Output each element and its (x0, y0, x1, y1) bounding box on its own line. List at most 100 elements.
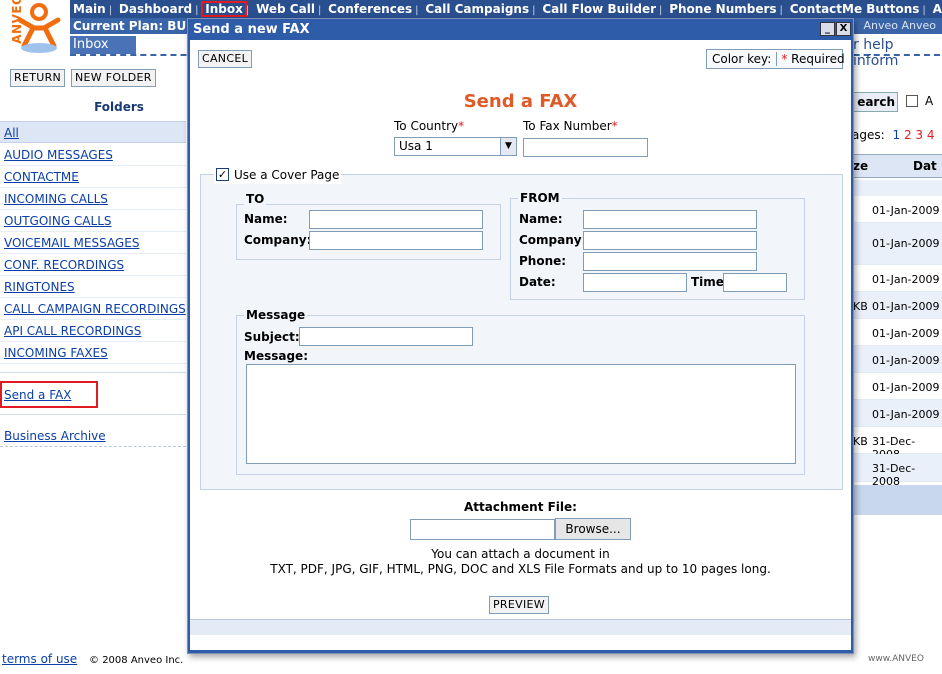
table-row[interactable]: 01-Jan-2009 (853, 319, 942, 346)
attachment-note-2: TXT, PDF, JPG, GIF, HTML, PNG, DOC and X… (270, 562, 771, 576)
nav-call-flow-builder[interactable]: Call Flow Builder (539, 2, 659, 16)
subject-input[interactable] (299, 327, 473, 346)
folder-link[interactable]: CONTACTME (4, 170, 79, 184)
required-label: Required (791, 52, 845, 66)
send-fax-link[interactable]: Send a FAX (4, 388, 71, 402)
nav-more[interactable]: Anve (930, 2, 942, 16)
to-company-input[interactable] (309, 231, 483, 250)
divider (0, 414, 186, 415)
folder-item[interactable]: OUTGOING CALLS (0, 210, 186, 232)
message-textarea[interactable] (246, 364, 796, 464)
attachment-input[interactable] (410, 519, 555, 540)
folder-item[interactable]: AUDIO MESSAGES (0, 144, 186, 166)
folder-item[interactable]: VOICEMAIL MESSAGES (0, 232, 186, 254)
inbox-tab[interactable]: Inbox (70, 36, 136, 54)
folder-link[interactable]: CALL CAMPAIGN RECORDINGS (4, 302, 186, 316)
table-header: ze Dat (853, 154, 942, 178)
from-company-input[interactable] (583, 231, 757, 250)
logo[interactable]: ANVEO (0, 0, 68, 58)
folder-link[interactable]: All (4, 126, 19, 140)
from-legend: FROM (518, 191, 562, 205)
folder-item[interactable]: CONTACTME (0, 166, 186, 188)
table-row[interactable]: KB 01-Jan-2009 (853, 292, 942, 319)
search-button[interactable]: earch (852, 92, 898, 112)
to-fax-label: To Fax Number* (523, 119, 618, 133)
folder-link[interactable]: RINGTONES (4, 280, 75, 294)
chevron-down-icon[interactable]: ▼ (500, 138, 516, 155)
folder-link[interactable]: VOICEMAIL MESSAGES (4, 236, 139, 250)
from-phone-input[interactable] (583, 252, 757, 271)
message-legend: Message (244, 308, 308, 322)
folder-item[interactable]: CALL CAMPAIGN RECORDINGS (0, 298, 186, 320)
divider (0, 446, 186, 447)
browse-button[interactable]: Browse... (555, 518, 631, 540)
from-time-input[interactable] (723, 273, 787, 292)
nav-dashboard[interactable]: Dashboard (116, 2, 195, 16)
folder-link[interactable]: AUDIO MESSAGES (4, 148, 113, 162)
top-nav: Main | Dashboard | Inbox | Web Call | Confer… (70, 0, 942, 18)
table-row[interactable]: 01-Jan-2009 (853, 196, 942, 223)
table-row[interactable]: 01-Jan-2009 (853, 223, 942, 265)
nav-main[interactable]: Main (70, 2, 109, 16)
page-link[interactable]: 1 (892, 128, 900, 142)
to-legend: TO (244, 192, 267, 206)
close-button[interactable]: X (836, 22, 851, 36)
table-row[interactable]: 01-Jan-2009 (853, 265, 942, 292)
page-title: Send a FAX (463, 91, 578, 112)
terms-link[interactable]: terms of use (2, 652, 77, 666)
cover-page-checkbox[interactable]: ✓ (216, 168, 229, 181)
send-fax-dialog: Send a new FAX _ X CANCEL Color key: * Re… (187, 18, 854, 654)
folder-link[interactable]: INCOMING FAXES (4, 346, 108, 360)
page-link[interactable]: 4 (927, 128, 935, 142)
col-date[interactable]: Dat (913, 159, 937, 173)
folders-title: Folders (94, 100, 144, 114)
from-name-input[interactable] (583, 210, 757, 229)
footer: terms of use © 2008 Anveo Inc. (2, 652, 188, 666)
page-link[interactable]: 3 (915, 128, 923, 142)
return-button[interactable]: RETURN (10, 69, 66, 87)
folder-link[interactable]: INCOMING CALLS (4, 192, 108, 206)
help-link[interactable]: r help inform (853, 37, 942, 69)
nav-call-campaigns[interactable]: Call Campaigns (422, 2, 532, 16)
folder-link[interactable]: API CALL RECORDINGS (4, 324, 141, 338)
folder-item[interactable]: INCOMING FAXES (0, 342, 186, 364)
folder-link[interactable]: OUTGOING CALLS (4, 214, 112, 228)
fax-number-input[interactable] (523, 138, 648, 157)
checkbox[interactable] (906, 95, 918, 107)
preview-button[interactable]: PREVIEW (489, 596, 549, 614)
from-date-input[interactable] (583, 273, 687, 292)
col-size[interactable]: ze (853, 159, 868, 173)
footer-brand: www.ANVEO (868, 654, 924, 664)
folder-item[interactable]: API CALL RECORDINGS (0, 320, 186, 342)
table-row[interactable]: 31-Dec-2008 (853, 454, 942, 488)
cancel-button[interactable]: CANCEL (198, 50, 252, 68)
country-select[interactable]: Usa 1 ▼ (394, 137, 517, 156)
to-name-input[interactable] (309, 210, 483, 229)
nav-contactme-buttons[interactable]: ContactMe Buttons (787, 2, 923, 16)
from-date-label: Date: (519, 275, 556, 289)
folder-item[interactable]: INCOMING CALLS (0, 188, 186, 210)
table-row[interactable]: KB31-Dec-2008 (853, 427, 942, 461)
folder-item[interactable]: RINGTONES (0, 276, 186, 298)
table-subheader (853, 180, 942, 196)
from-company-label: Company: (519, 233, 587, 247)
required-star: * (781, 52, 788, 66)
table-row[interactable]: 01-Jan-2009 (853, 373, 942, 400)
minimize-button[interactable]: _ (820, 22, 835, 36)
table-row[interactable]: 01-Jan-2009 (853, 346, 942, 373)
page-link[interactable]: 2 (904, 128, 912, 142)
attachment-label: Attachment File: (464, 500, 577, 514)
dialog-title[interactable]: Send a new FAX (188, 19, 853, 40)
nav-phone-numbers[interactable]: Phone Numbers (666, 2, 779, 16)
nav-web-call[interactable]: Web Call (253, 2, 318, 16)
nav-inbox[interactable]: Inbox (201, 1, 247, 17)
folder-item-all[interactable]: All (0, 121, 186, 143)
nav-conferences[interactable]: Conferences (325, 2, 415, 16)
business-archive-link[interactable]: Business Archive (4, 429, 106, 443)
table-row[interactable]: 01-Jan-2009 (853, 400, 942, 427)
table-footer (853, 485, 942, 515)
from-phone-label: Phone: (519, 254, 567, 268)
new-folder-button[interactable]: NEW FOLDER (71, 69, 156, 87)
folder-item[interactable]: CONF. RECORDINGS (0, 254, 186, 276)
folder-link[interactable]: CONF. RECORDINGS (4, 258, 124, 272)
